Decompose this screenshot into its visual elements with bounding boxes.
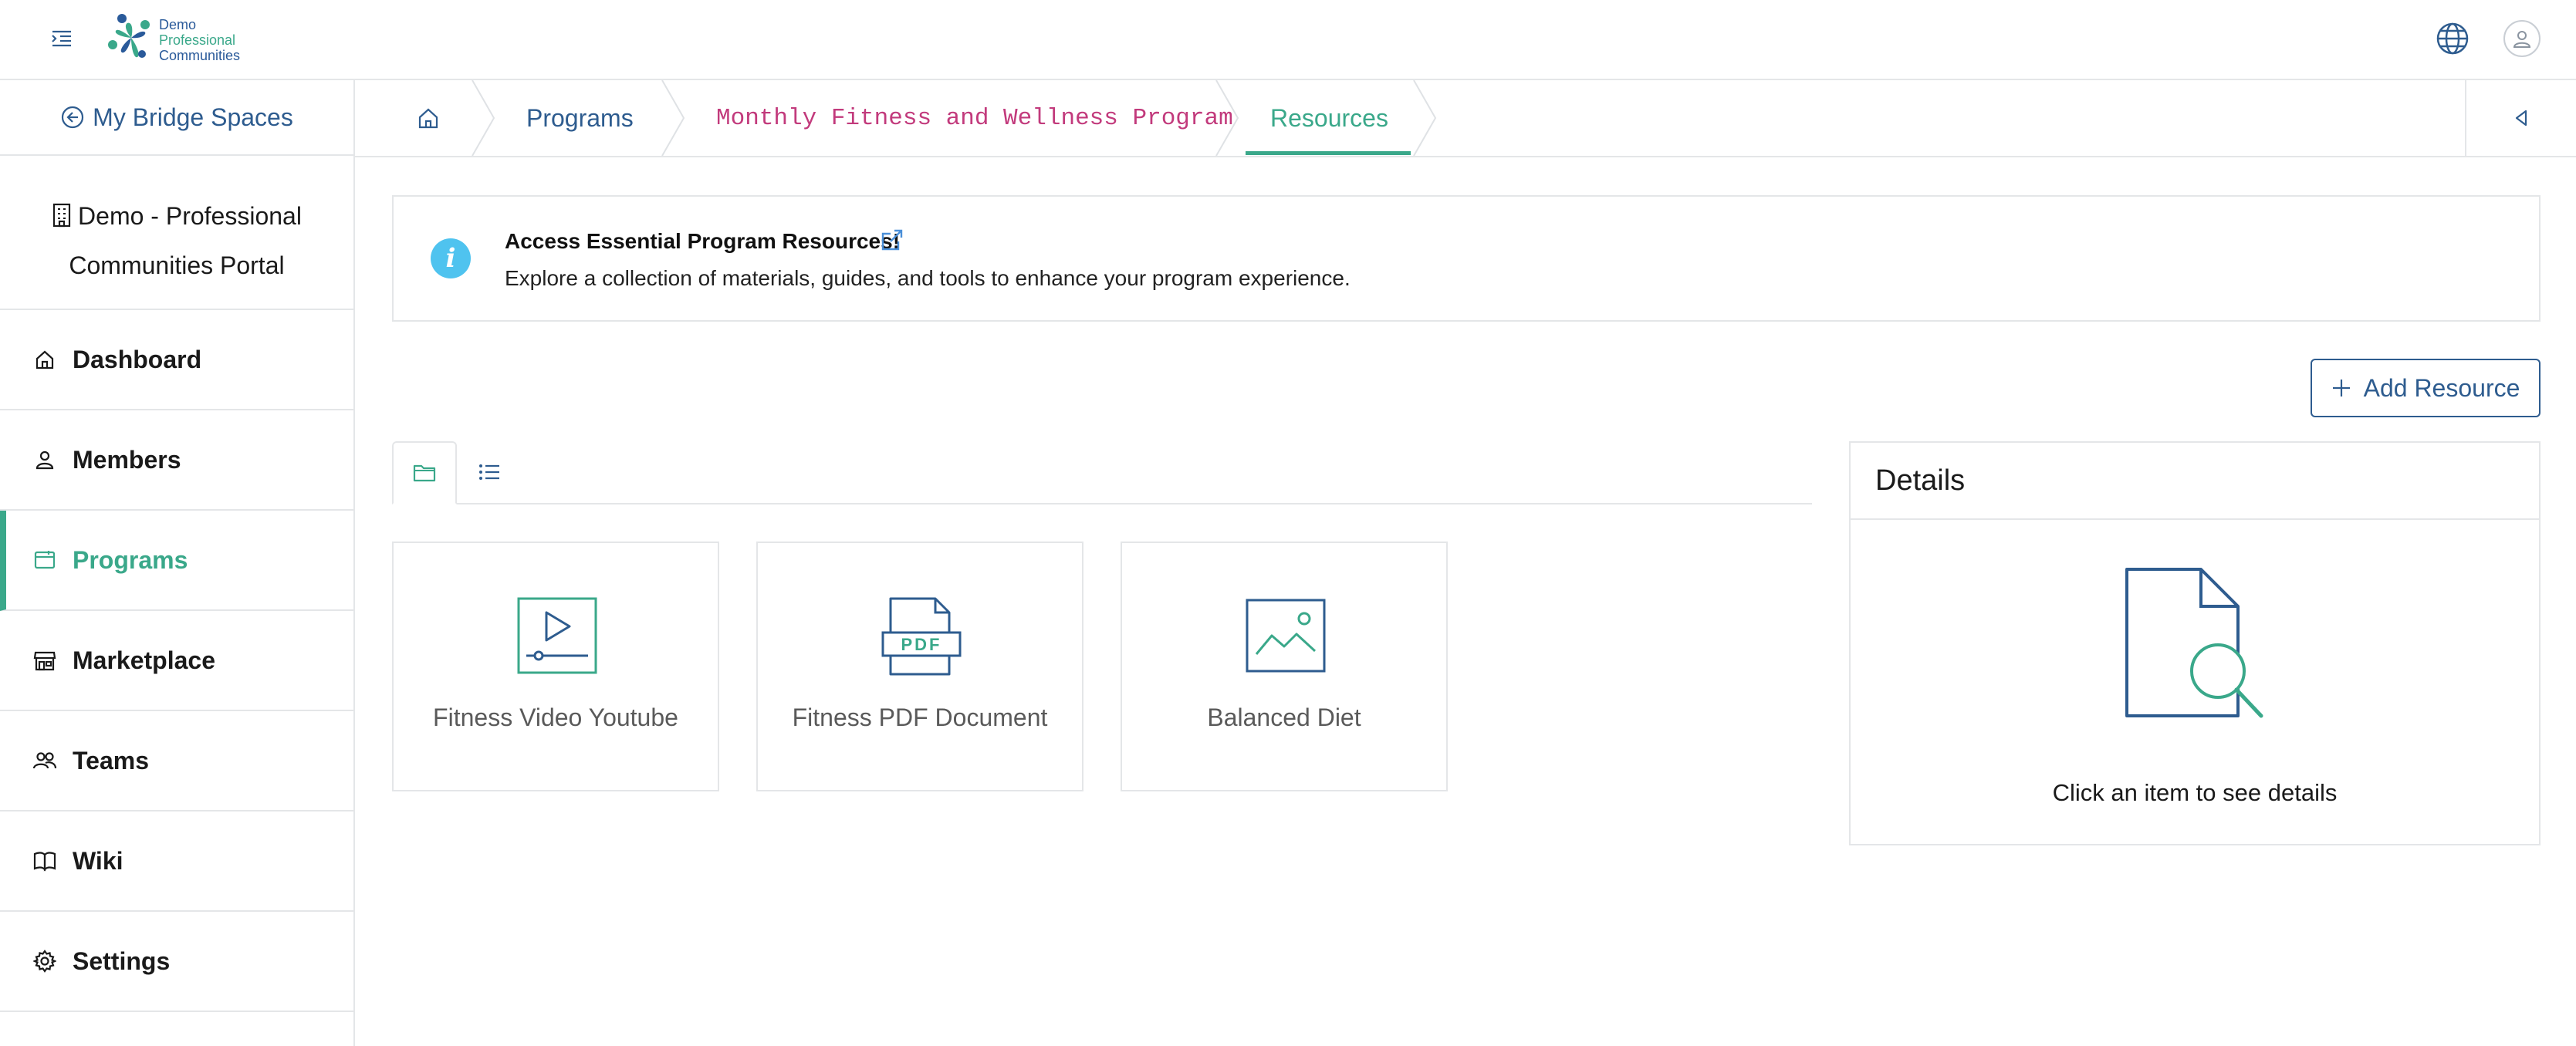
pdf-icon: PDF [881, 597, 962, 676]
sidebar-item-label: Wiki [73, 846, 123, 875]
gear-icon [32, 949, 57, 973]
sidebar-item-dashboard[interactable]: Dashboard [0, 310, 353, 410]
sidebar-item-label: Teams [73, 746, 150, 774]
resource-card[interactable]: PDF Fitness PDF Document [756, 542, 1083, 791]
sidebar-item-wiki[interactable]: Wiki [0, 811, 353, 912]
sidebar-item-members[interactable]: Members [0, 410, 353, 511]
logo-line: Professional [159, 32, 236, 48]
breadcrumb-separator [661, 80, 685, 156]
plus-icon [2332, 380, 2350, 396]
breadcrumb-separator [1215, 80, 1239, 156]
breadcrumb-program-name[interactable]: Monthly Fitness and Wellness Program [716, 80, 1233, 156]
details-title: Details [1851, 443, 2539, 520]
user-avatar-icon[interactable] [2503, 20, 2541, 57]
pdf-icon-text: PDF [901, 635, 942, 654]
collapse-panel-button[interactable] [2465, 80, 2576, 156]
view-tabs [392, 441, 1812, 504]
breadcrumb-home[interactable] [409, 80, 448, 156]
sidebar-item-label: Dashboard [73, 345, 202, 373]
sidebar-item-teams[interactable]: Teams [0, 711, 353, 811]
sidebar: My Bridge Spaces Demo - Professional Com… [0, 80, 355, 1046]
sidebar-item-label: Settings [73, 946, 171, 975]
globe-icon[interactable] [2434, 20, 2471, 57]
info-icon: i [431, 238, 471, 278]
person-icon [32, 447, 57, 472]
people-icon [32, 748, 57, 773]
active-breadcrumb-indicator [1246, 151, 1411, 155]
video-icon [517, 597, 597, 674]
resource-card[interactable]: Balanced Diet [1121, 542, 1448, 791]
back-arrow-circle-icon [62, 106, 84, 129]
logo-line: Communities [159, 48, 241, 63]
back-label: My Bridge Spaces [93, 103, 293, 131]
add-resource-label: Add Resource [2363, 373, 2520, 402]
tab-list-view[interactable] [457, 441, 522, 503]
breadcrumb-resources[interactable]: Resources [1270, 80, 1388, 156]
resource-card[interactable]: Fitness Video Youtube [392, 542, 719, 791]
organization-name: Demo - Professional Communities Portal [0, 156, 353, 310]
breadcrumb-separator [472, 80, 495, 156]
sidebar-item-marketplace[interactable]: Marketplace [0, 611, 353, 711]
menu-indent-icon[interactable] [46, 23, 77, 54]
breadcrumb-separator [1413, 80, 1437, 156]
sidebar-item-programs[interactable]: Programs [0, 511, 353, 611]
list-icon [479, 464, 499, 480]
breadcrumb-programs[interactable]: Programs [526, 80, 634, 156]
sidebar-item-settings[interactable]: Settings [0, 912, 353, 1012]
caret-left-icon [2515, 110, 2527, 127]
sidebar-item-label: Members [73, 445, 181, 474]
org-name-line: Demo - Professional [0, 191, 353, 241]
tab-folder-view[interactable] [392, 441, 457, 504]
my-bridge-spaces-link[interactable]: My Bridge Spaces [0, 80, 353, 156]
resource-card-label: Fitness Video Youtube [433, 704, 678, 731]
sidebar-item-label: Programs [73, 545, 188, 574]
calendar-icon [32, 548, 57, 572]
external-link-icon[interactable] [880, 228, 906, 254]
info-banner: i Access Essential Program Resources! Ex… [392, 195, 2541, 322]
book-icon [32, 849, 57, 873]
logo-text: Demo Professional Communities [159, 17, 240, 63]
image-icon [1246, 599, 1326, 673]
details-panel: Details Click an item to see details [1849, 441, 2541, 845]
resource-card-label: Balanced Diet [1207, 704, 1361, 731]
logo-mark-icon [108, 14, 150, 58]
store-icon [32, 648, 57, 673]
logo-line: Demo [159, 17, 197, 32]
org-name-second-line: Communities Portal [69, 251, 285, 279]
details-empty-text: Click an item to see details [2052, 779, 2338, 806]
info-banner-text: Explore a collection of materials, guide… [505, 266, 1351, 290]
home-icon [418, 108, 438, 129]
building-icon [52, 203, 71, 228]
add-resource-button[interactable]: Add Resource [2311, 359, 2541, 417]
info-banner-title: Access Essential Program Resources! [505, 229, 901, 253]
document-search-icon [2125, 568, 2263, 718]
sidebar-item-label: Marketplace [73, 646, 215, 674]
breadcrumb: Programs Monthly Fitness and Wellness Pr… [355, 80, 2576, 157]
folder-icon [413, 464, 436, 482]
resource-card-label: Fitness PDF Document [792, 704, 1048, 731]
org-name-first-line: Demo - Professional [78, 202, 302, 230]
top-bar: Demo Professional Communities [0, 0, 2576, 80]
home-icon [32, 347, 57, 372]
